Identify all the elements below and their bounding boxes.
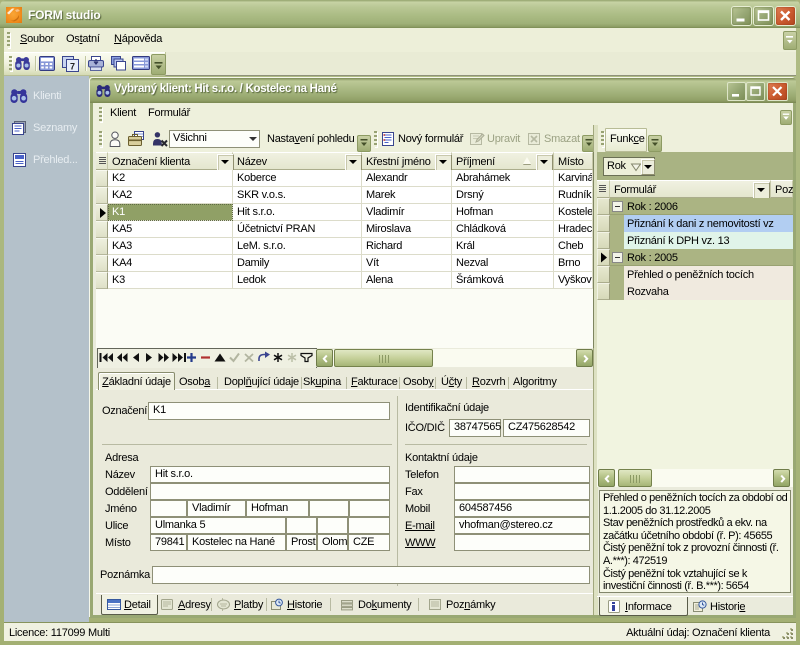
svg-text:7: 7 bbox=[70, 62, 75, 72]
